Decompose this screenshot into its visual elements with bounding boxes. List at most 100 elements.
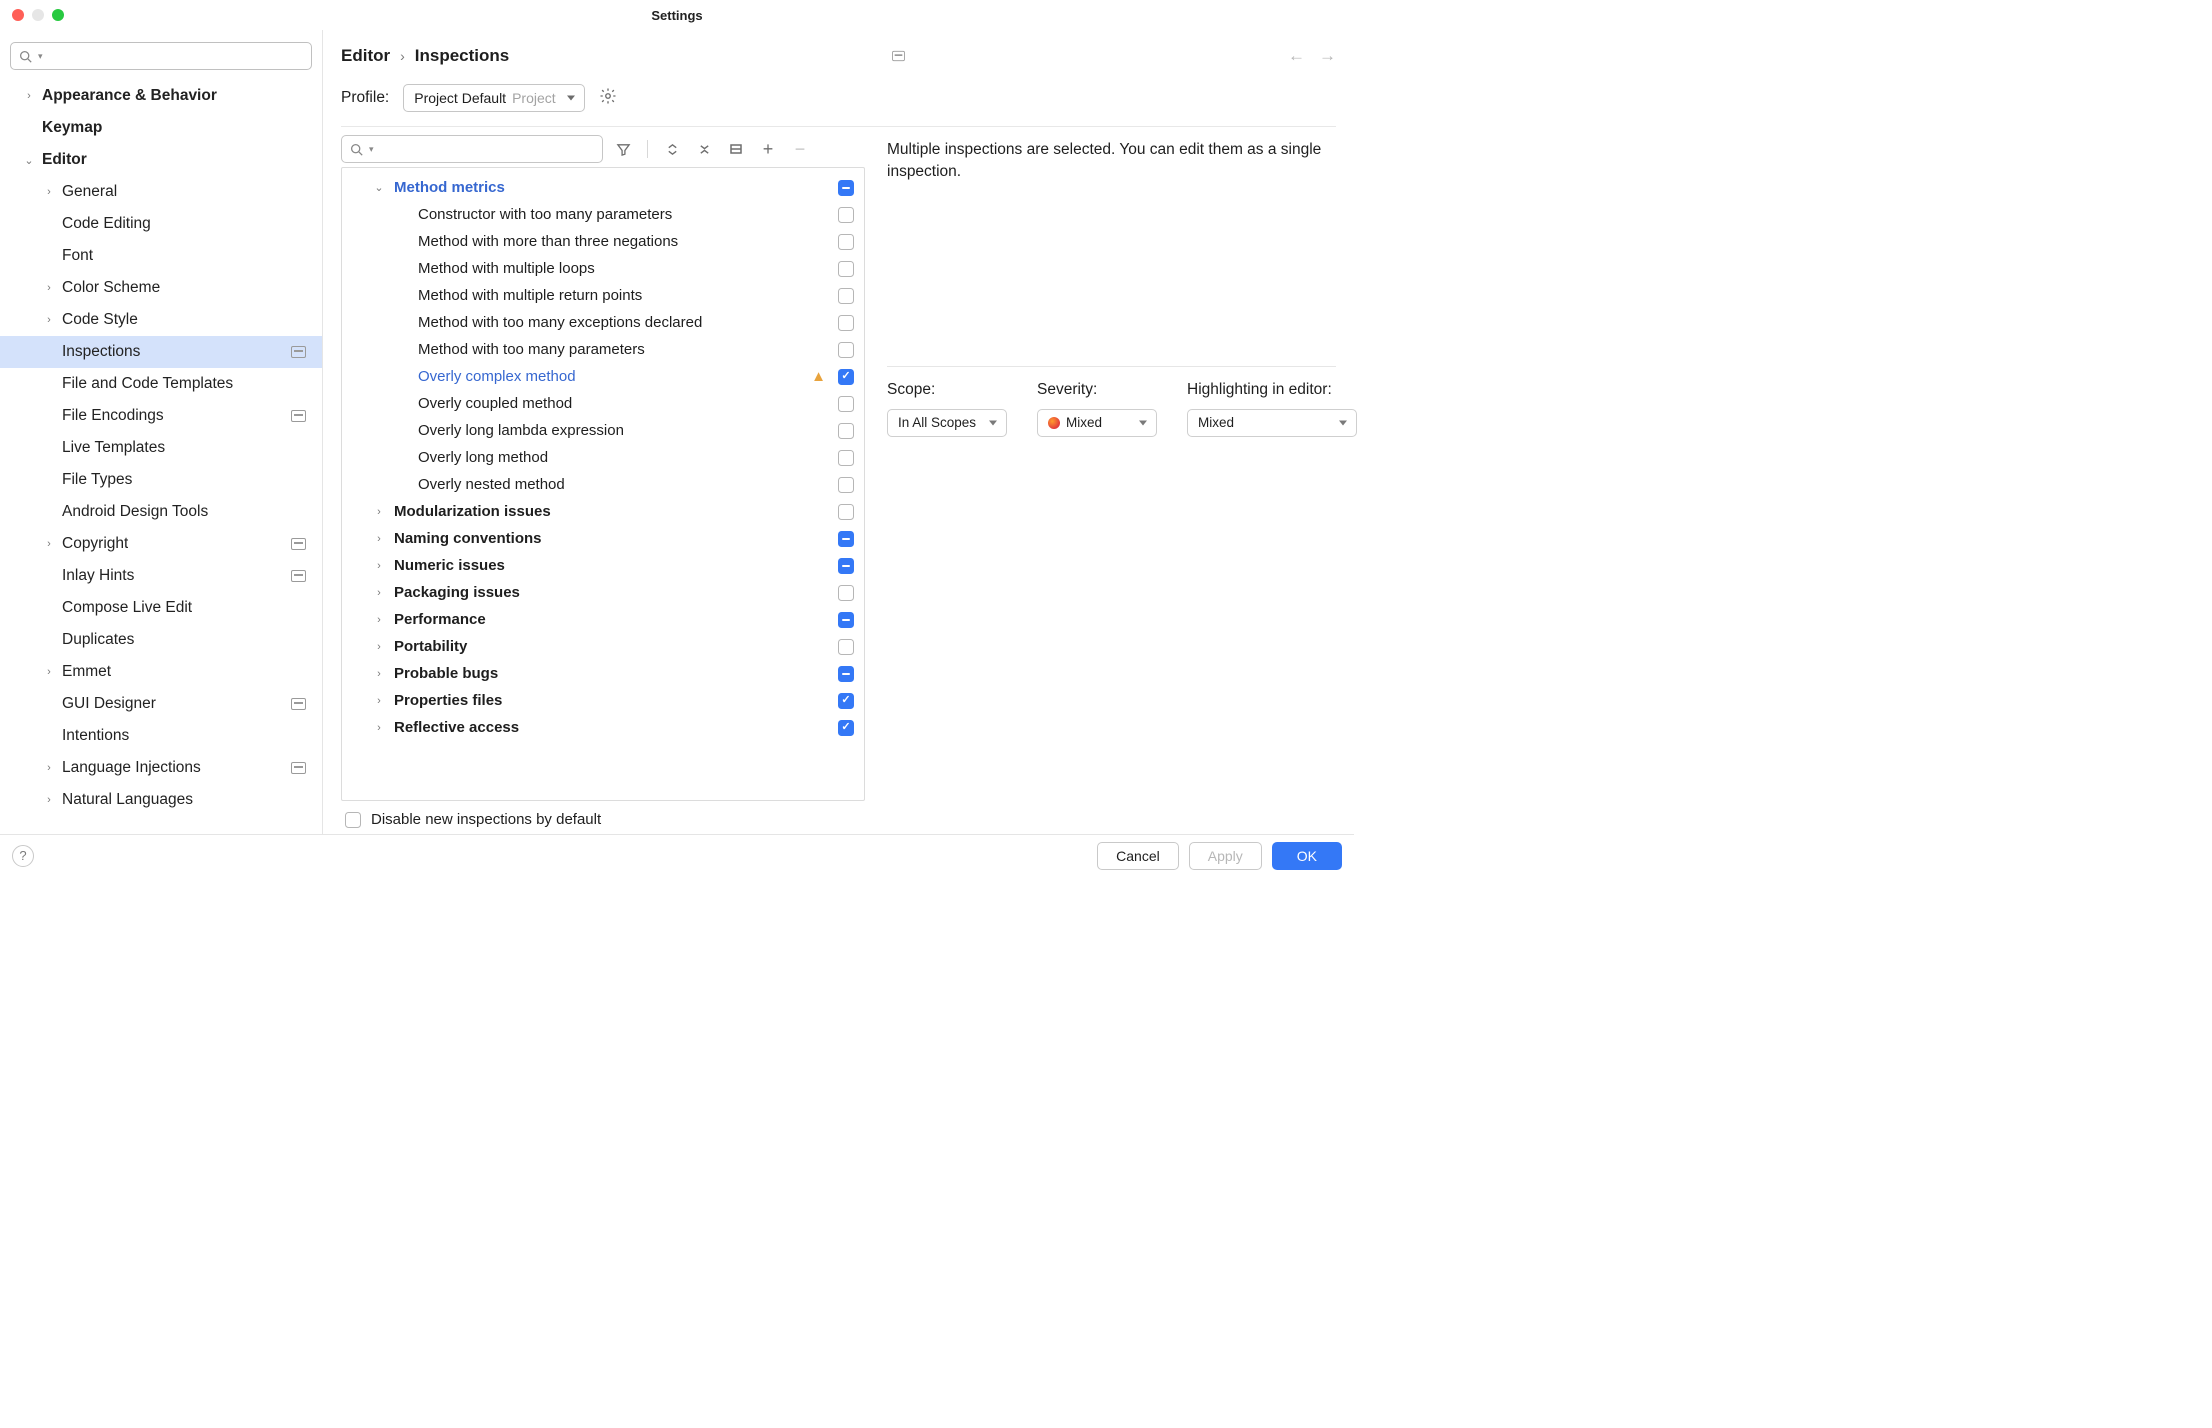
sidebar-item[interactable]: ›File and Code Templates [0,368,322,400]
sidebar-item[interactable]: ›General [0,176,322,208]
chevron-right-icon[interactable]: › [372,668,386,680]
inspection-item[interactable]: ›Overly nested method [342,471,864,498]
chevron-right-icon[interactable]: › [42,538,56,550]
chevron-right-icon[interactable]: › [42,314,56,326]
inspection-category[interactable]: ›Numeric issues [342,552,864,579]
chevron-right-icon[interactable]: › [372,587,386,599]
inspection-checkbox[interactable] [838,261,854,277]
inspection-checkbox[interactable] [838,234,854,250]
inspection-category[interactable]: ⌄Method metrics [342,174,864,201]
sidebar-item[interactable]: ›Live Templates [0,432,322,464]
remove-icon[interactable]: − [792,141,808,157]
inspection-item[interactable]: ›Overly coupled method [342,390,864,417]
inspection-category[interactable]: ›Portability [342,633,864,660]
inspection-item[interactable]: ›Overly long method [342,444,864,471]
inspection-checkbox[interactable] [838,477,854,493]
ok-button[interactable]: OK [1272,842,1342,870]
cancel-button[interactable]: Cancel [1097,842,1179,870]
inspection-checkbox[interactable] [838,693,854,709]
inspection-item[interactable]: ›Overly long lambda expression [342,417,864,444]
chevron-right-icon[interactable]: › [42,186,56,198]
inspection-checkbox[interactable] [838,558,854,574]
inspection-checkbox[interactable] [838,207,854,223]
inspection-item[interactable]: ›Constructor with too many parameters [342,201,864,228]
chevron-right-icon[interactable]: › [372,506,386,518]
maximize-window-button[interactable] [52,9,64,21]
chevron-right-icon[interactable]: › [372,641,386,653]
highlighting-select[interactable]: Mixed [1187,409,1357,437]
inspection-checkbox[interactable] [838,720,854,736]
inspection-category[interactable]: ›Modularization issues [342,498,864,525]
reset-icon[interactable] [728,141,744,157]
gear-icon[interactable] [599,87,617,110]
inspection-item[interactable]: ›Method with more than three negations [342,228,864,255]
help-button[interactable]: ? [12,845,34,867]
inspection-checkbox[interactable] [838,450,854,466]
sidebar-item[interactable]: ›Compose Live Edit [0,592,322,624]
sidebar-item[interactable]: ›File Encodings [0,400,322,432]
chevron-down-icon[interactable]: ⌄ [22,154,36,167]
inspection-checkbox[interactable] [838,396,854,412]
sidebar-item[interactable]: ›Inspections [0,336,322,368]
inspection-checkbox[interactable] [838,612,854,628]
inspection-category[interactable]: ›Naming conventions [342,525,864,552]
severity-select[interactable]: Mixed [1037,409,1157,437]
sidebar-item[interactable]: ›File Types [0,464,322,496]
inspection-item[interactable]: ›Method with too many exceptions declare… [342,309,864,336]
nav-back-button[interactable]: ← [1288,46,1305,66]
add-icon[interactable]: + [760,141,776,157]
inspection-checkbox[interactable] [838,180,854,196]
inspection-category[interactable]: ›Performance [342,606,864,633]
chevron-right-icon[interactable]: › [372,695,386,707]
chevron-down-icon[interactable]: ⌄ [372,181,386,194]
sidebar-item[interactable]: ›Appearance & Behavior [0,80,322,112]
sidebar-item[interactable]: ›Font [0,240,322,272]
minimize-window-button[interactable] [32,9,44,21]
sidebar-item[interactable]: ›Keymap [0,112,322,144]
disable-new-inspections-row[interactable]: Disable new inspections by default [341,801,865,834]
collapse-all-icon[interactable] [696,141,712,157]
sidebar-item[interactable]: ›Inlay Hints [0,560,322,592]
inspection-checkbox[interactable] [838,639,854,655]
inspections-search-input[interactable]: ▾ [341,135,603,163]
sidebar-item[interactable]: ›Intentions [0,720,322,752]
inspection-checkbox[interactable] [838,369,854,385]
inspection-category[interactable]: ›Packaging issues [342,579,864,606]
inspection-checkbox[interactable] [838,288,854,304]
sidebar-item[interactable]: ›Android Design Tools [0,496,322,528]
inspection-checkbox[interactable] [838,315,854,331]
scope-select[interactable]: In All Scopes [887,409,1007,437]
inspection-checkbox[interactable] [838,423,854,439]
disable-new-inspections-checkbox[interactable] [345,812,361,828]
filter-icon[interactable] [615,141,631,157]
sidebar-search-input[interactable]: ▾ [10,42,312,70]
sidebar-item[interactable]: ›Emmet [0,656,322,688]
sidebar-item[interactable]: ⌄Editor [0,144,322,176]
chevron-right-icon[interactable]: › [372,560,386,572]
inspection-item[interactable]: ›Method with too many parameters [342,336,864,363]
profile-select[interactable]: Project Default Project [403,84,584,112]
inspection-checkbox[interactable] [838,666,854,682]
inspection-category[interactable]: ›Probable bugs [342,660,864,687]
chevron-right-icon[interactable]: › [42,794,56,806]
inspection-checkbox[interactable] [838,531,854,547]
chevron-right-icon[interactable]: › [372,722,386,734]
inspection-item[interactable]: ›Method with multiple loops [342,255,864,282]
inspection-checkbox[interactable] [838,342,854,358]
inspection-item[interactable]: ›Overly complex method▲ [342,363,864,390]
expand-all-icon[interactable] [664,141,680,157]
chevron-right-icon[interactable]: › [42,282,56,294]
sidebar-item[interactable]: ›Natural Languages [0,784,322,816]
breadcrumb-editor[interactable]: Editor [341,46,390,66]
sidebar-item[interactable]: ›Code Style [0,304,322,336]
chevron-right-icon[interactable]: › [42,666,56,678]
chevron-right-icon[interactable]: › [22,90,36,102]
nav-forward-button[interactable]: → [1319,46,1336,66]
inspection-category[interactable]: ›Reflective access [342,714,864,741]
sidebar-item[interactable]: ›Color Scheme [0,272,322,304]
chevron-right-icon[interactable]: › [372,533,386,545]
inspection-checkbox[interactable] [838,585,854,601]
chevron-right-icon[interactable]: › [372,614,386,626]
sidebar-item[interactable]: ›Code Editing [0,208,322,240]
apply-button[interactable]: Apply [1189,842,1262,870]
